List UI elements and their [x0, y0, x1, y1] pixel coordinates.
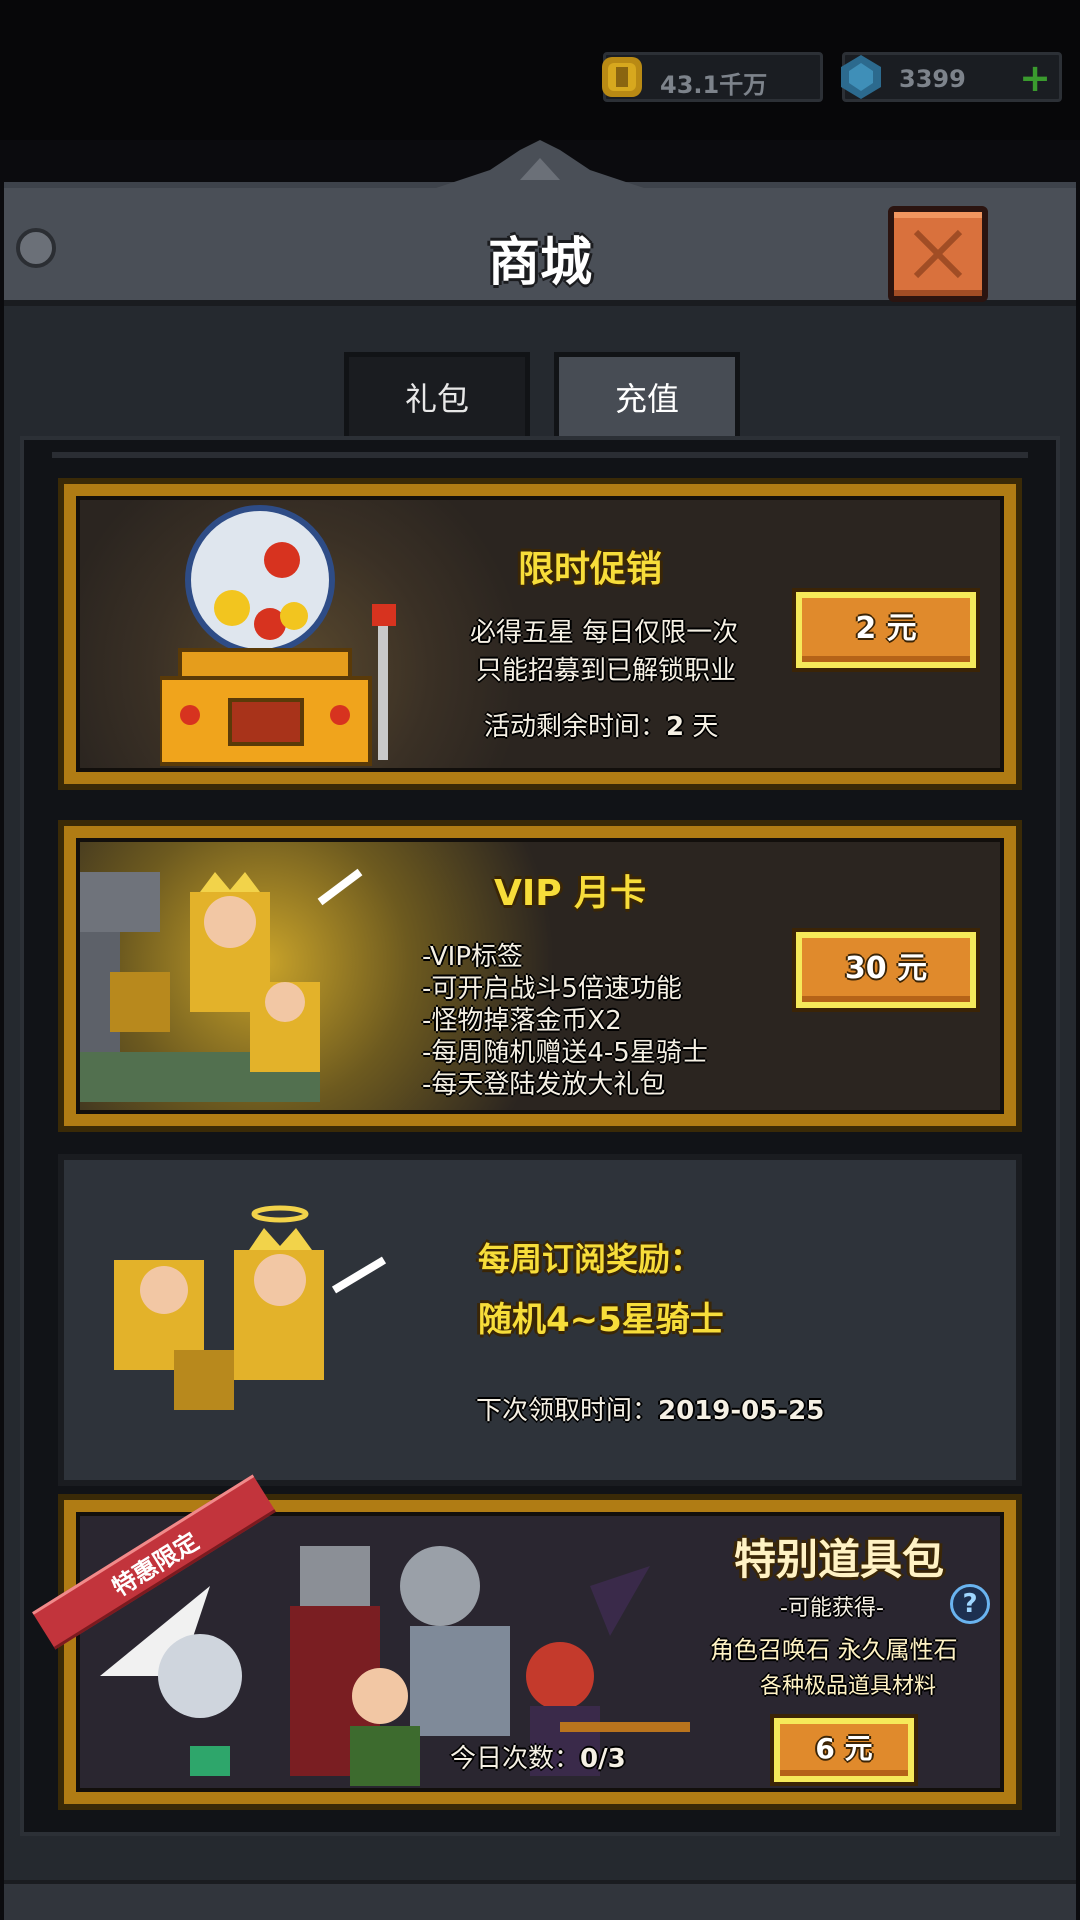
weekly-next-date: 2019-05-25	[658, 1396, 825, 1426]
special-pack-subtitle: -可能获得-	[780, 1596, 884, 1621]
flash-sale-remaining-unit: 天	[692, 712, 719, 742]
list-top-divider	[52, 452, 1028, 458]
weekly-next-label: 下次领取时间：	[476, 1396, 659, 1426]
weekly-subscription-card: 每周订阅奖励： 随机4~5星骑士 下次领取时间：2019-05-25	[58, 1154, 1022, 1486]
special-pack-buy-button[interactable]: 6 元	[774, 1718, 914, 1782]
gold-coin-icon	[602, 57, 642, 97]
help-icon[interactable]: ?	[950, 1584, 990, 1624]
vip-knights-icon	[80, 868, 363, 1102]
flash-sale-card: 限时促销 必得五星 每日仅限一次 只能招募到已解锁职业 活动剩余时间：2 天 2…	[58, 478, 1022, 790]
special-pack-line2: 各种极品道具材料	[760, 1674, 937, 1699]
weekly-knights-icon	[114, 1205, 387, 1410]
gacha-machine-icon	[160, 505, 396, 766]
special-pack-line1: 角色召唤石 永久属性石	[710, 1636, 958, 1664]
flash-sale-line2: 只能招募到已解锁职业	[476, 656, 737, 686]
special-pack-card: 特惠限定 特别道具包 -可能获得- ? 角色召唤石 永久属性石 各种极品道具材料…	[32, 1474, 1022, 1810]
vip-card: VIP 月卡 -VIP标签 -可开启战斗5倍速功能 -怪物掉落金币X2 -每周随…	[58, 820, 1022, 1132]
tab-gift[interactable]: 礼包	[344, 352, 530, 436]
gold-counter: 43.1千万	[602, 52, 823, 102]
flash-sale-line1: 必得五星 每日仅限一次	[470, 618, 739, 648]
gem-icon	[841, 55, 881, 99]
special-pack-count-label: 今日次数：	[450, 1744, 581, 1774]
gem-counter: 3399 +	[841, 52, 1062, 102]
close-button[interactable]	[888, 206, 988, 302]
weekly-reward-line1: 每周订阅奖励：	[478, 1240, 703, 1278]
flash-sale-buy-button[interactable]: 2 元	[796, 592, 976, 668]
close-icon	[913, 229, 963, 279]
panel-bottom-edge	[4, 1880, 1076, 1920]
flash-sale-title: 限时促销	[518, 549, 663, 590]
flash-sale-remaining-label: 活动剩余时间：	[484, 712, 667, 742]
top-bar: 43.1千万 3399 +	[0, 0, 1080, 140]
gold-amount: 43.1千万	[660, 71, 768, 99]
vip-title: VIP 月卡	[494, 873, 647, 914]
gem-amount: 3399	[899, 65, 966, 93]
flash-sale-remaining-value: 2	[666, 712, 685, 742]
special-pack-title: 特别道具包	[734, 1535, 945, 1584]
vip-benefit-5: -每天登陆发放大礼包	[422, 1070, 666, 1100]
add-gems-button[interactable]: +	[1019, 59, 1051, 97]
special-pack-count-value: 0/3	[580, 1744, 626, 1774]
tab-recharge[interactable]: 充值	[554, 352, 740, 436]
vip-buy-button[interactable]: 30 元	[796, 932, 976, 1008]
weekly-reward-line2: 随机4~5星骑士	[478, 1300, 724, 1340]
